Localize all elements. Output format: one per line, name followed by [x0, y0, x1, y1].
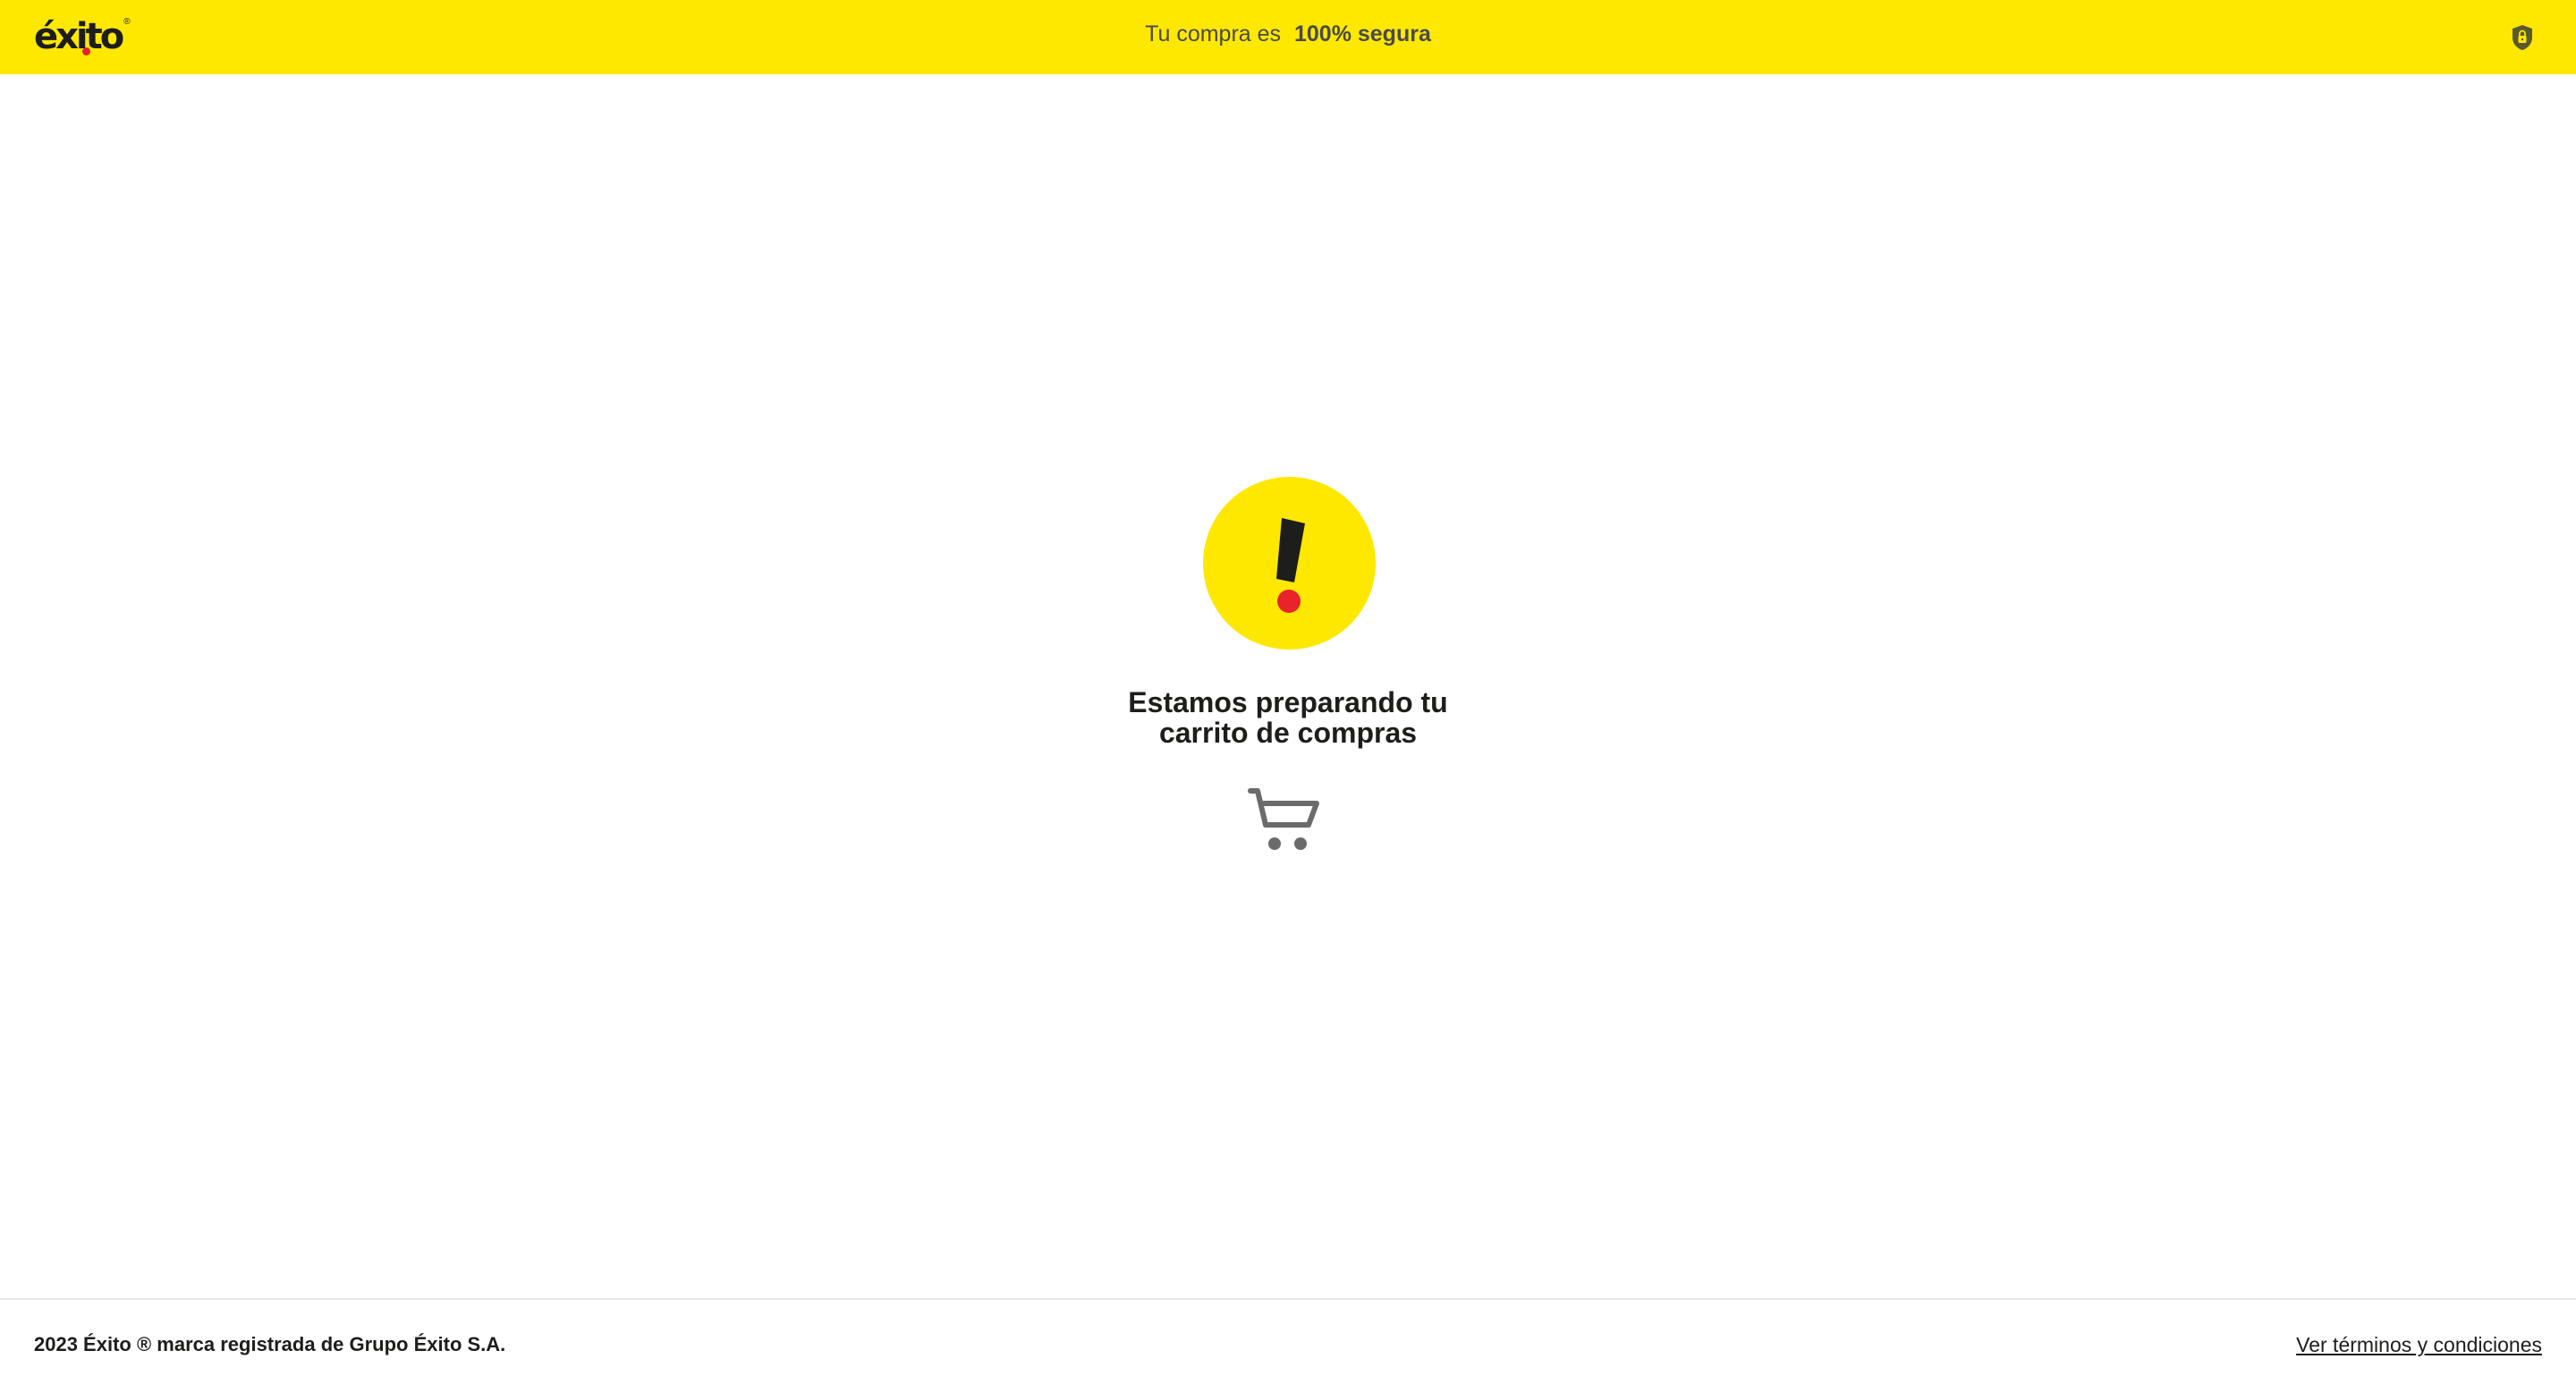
- top-bar: éxito ® Tu compra es 100% segura: [0, 0, 2576, 74]
- logo-red-dot: [82, 47, 90, 55]
- exclamation-icon: [1203, 477, 1376, 650]
- shopping-cart-icon: [1248, 788, 1319, 850]
- footer-divider: [0, 1298, 2576, 1300]
- title-line-1: Estamos preparando tu: [1128, 686, 1448, 718]
- copyright-text: 2023 Éxito ® marca registrada de Grupo É…: [34, 1333, 506, 1355]
- lock-shield-icon: [2512, 25, 2532, 50]
- title-line-2: carrito de compras: [1158, 717, 1418, 749]
- secure-bold: 100% segura: [1293, 21, 1431, 47]
- secure-prefix: Tu compra es: [1145, 21, 1282, 47]
- terms-link[interactable]: Ver términos y condiciones: [2296, 1333, 2542, 1357]
- loading-title: Estamos preparando tu carrito de compras: [1020, 687, 1556, 748]
- secure-purchase-message: Tu compra es 100% segura: [0, 21, 2576, 47]
